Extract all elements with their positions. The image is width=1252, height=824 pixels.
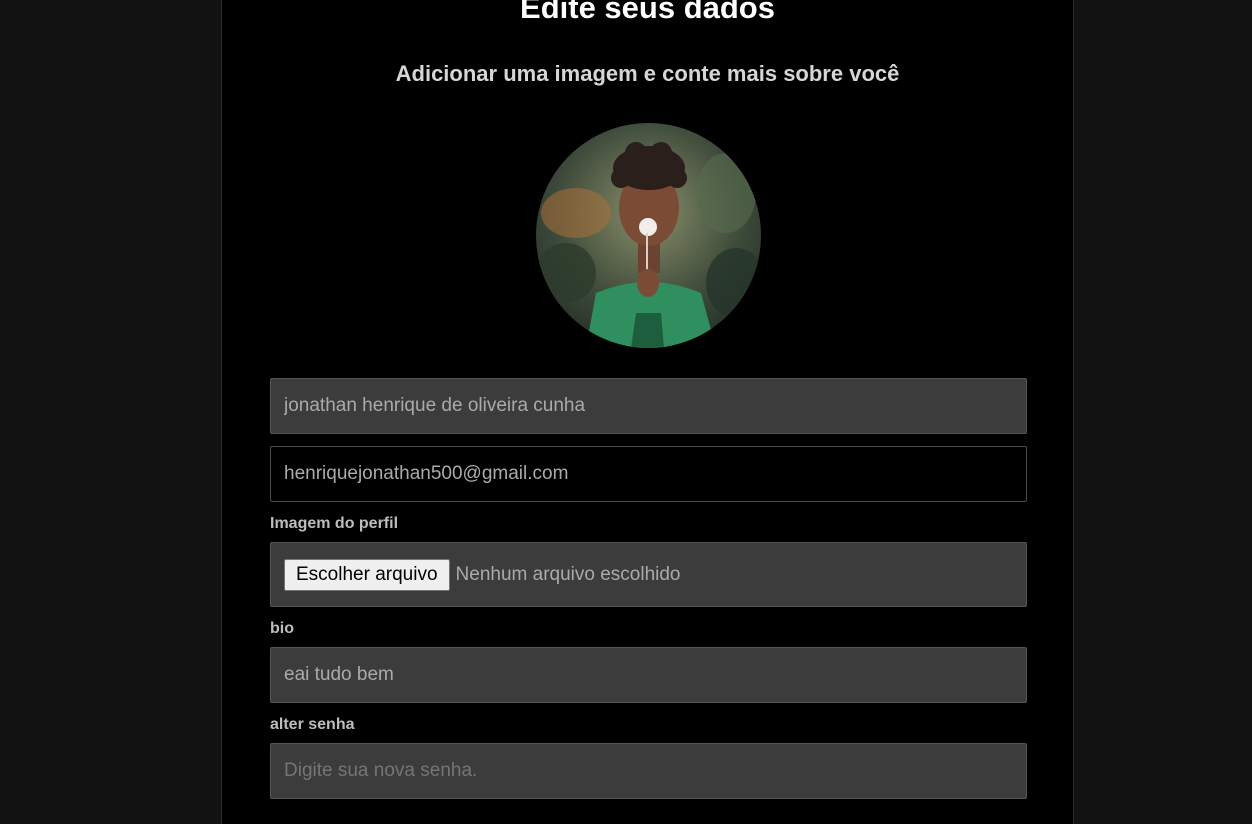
edit-profile-panel: Edite seus dados Adicionar uma imagem e … bbox=[221, 0, 1074, 824]
file-status-text: Nenhum arquivo escolhido bbox=[455, 563, 681, 585]
page-subtitle: Adicionar uma imagem e conte mais sobre … bbox=[395, 61, 900, 86]
page-title: Edite seus dados bbox=[520, 0, 775, 25]
name-field[interactable] bbox=[270, 378, 1027, 434]
profile-avatar bbox=[536, 123, 761, 348]
bio-field[interactable] bbox=[270, 647, 1027, 703]
file-input[interactable]: Escolher arquivo Nenhum arquivo escolhid… bbox=[270, 542, 1027, 607]
choose-file-button[interactable]: Escolher arquivo bbox=[284, 558, 450, 591]
avatar-photo bbox=[536, 123, 761, 348]
image-label: Imagem do perfil bbox=[270, 515, 399, 532]
bio-label: bio bbox=[270, 620, 294, 637]
email-field[interactable] bbox=[270, 446, 1027, 502]
password-label: alter senha bbox=[270, 716, 355, 733]
password-field[interactable] bbox=[270, 743, 1027, 799]
